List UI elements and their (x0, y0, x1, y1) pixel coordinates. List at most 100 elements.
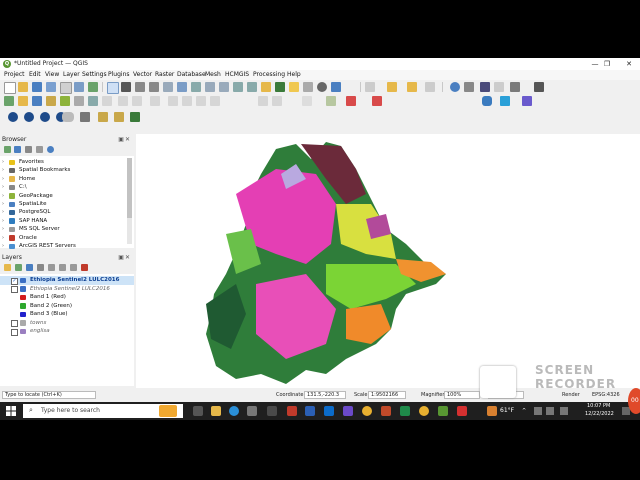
browser-scroll-thumb[interactable] (127, 158, 132, 218)
expand-arrow-icon[interactable]: › (2, 166, 4, 175)
layer-visibility-checkbox[interactable] (11, 328, 18, 336)
browser-scrollbar[interactable] (127, 158, 132, 244)
filter-expression-icon[interactable] (48, 264, 55, 271)
browser-item[interactable]: › SpatiaLite (0, 200, 124, 209)
locator-search[interactable]: Type to locate (Ctrl+K) (2, 391, 96, 399)
menu-mesh[interactable]: Mesh (205, 71, 221, 79)
browser-item[interactable]: › MS SQL Server (0, 225, 124, 234)
deselect-icon[interactable] (407, 82, 417, 92)
identify-icon[interactable] (450, 82, 460, 92)
menu-vector[interactable]: Vector (133, 71, 152, 79)
select-features-icon[interactable] (365, 82, 375, 92)
refresh-icon[interactable] (14, 146, 21, 153)
battery-icon[interactable] (560, 407, 568, 415)
tips-icon[interactable] (494, 82, 504, 92)
expand-arrow-icon[interactable]: › (2, 192, 4, 201)
label-highlight-icon[interactable] (326, 96, 336, 106)
save-as-icon[interactable] (46, 82, 56, 92)
redo-icon[interactable] (272, 96, 282, 106)
statistics-icon[interactable] (480, 82, 490, 92)
layers-stack-icon[interactable] (80, 112, 90, 122)
close-button[interactable]: ✕ (622, 59, 636, 69)
outlook-icon[interactable] (324, 406, 334, 416)
record-button[interactable]: 00 (628, 388, 640, 414)
new-project-icon[interactable] (4, 82, 16, 94)
menu-view[interactable]: View (45, 71, 59, 79)
expand-arrow-icon[interactable]: › (2, 208, 4, 217)
qgis-taskbar-icon[interactable] (438, 406, 448, 416)
excel-icon[interactable] (400, 406, 410, 416)
collapse-all-icon[interactable] (36, 146, 43, 153)
zoom-rubberband-icon[interactable] (163, 82, 173, 92)
undo-icon[interactable] (258, 96, 268, 106)
chrome-alt-icon[interactable] (419, 406, 429, 416)
digitize-icon[interactable] (132, 96, 142, 106)
teams-icon[interactable] (343, 406, 353, 416)
pan-hand-icon[interactable] (107, 82, 119, 94)
windows-start-icon[interactable] (6, 406, 16, 416)
field-calculator-icon[interactable] (425, 82, 435, 92)
render-label[interactable]: Render (562, 391, 580, 399)
measure-icon[interactable] (464, 82, 474, 92)
volume-icon[interactable] (546, 407, 554, 415)
restore-button[interactable]: ❐ (600, 59, 614, 69)
manage-map-themes-icon[interactable] (26, 264, 33, 271)
app-icon[interactable] (267, 406, 277, 416)
browser-item[interactable]: › Favorites (0, 158, 124, 167)
filter-icon[interactable] (25, 146, 32, 153)
copy-features-icon[interactable] (196, 96, 206, 106)
menu-edit[interactable]: Edit (29, 71, 41, 79)
zoom-layer-icon[interactable] (205, 82, 215, 92)
tray-chevron-icon[interactable]: ^ (522, 407, 526, 415)
refresh-icon[interactable] (331, 82, 341, 92)
zoom-in-icon[interactable] (135, 82, 145, 92)
temporal-controller-icon[interactable] (317, 82, 327, 92)
zoom-last-icon[interactable] (233, 82, 243, 92)
browser-item[interactable]: › PostgreSQL (0, 208, 124, 217)
chrome-icon[interactable] (362, 406, 372, 416)
panel-float-close-icon[interactable]: ▣✕ (118, 254, 131, 262)
expand-arrow-icon[interactable]: › (2, 217, 4, 226)
srtm-tool-icon[interactable] (24, 112, 34, 122)
show-bookmarks-icon[interactable] (303, 82, 313, 92)
menu-database[interactable]: Database (177, 71, 206, 79)
map-tips-icon[interactable] (534, 82, 544, 92)
zoom-native-icon[interactable] (219, 82, 229, 92)
scale-field[interactable]: 1:9502166 (368, 391, 406, 399)
expand-arrow-icon[interactable]: › (2, 158, 4, 167)
add-spatialite-icon[interactable] (74, 96, 84, 106)
coordinate-field[interactable]: 131.5,-220.3 (304, 391, 346, 399)
add-delimited-icon[interactable] (46, 96, 56, 106)
expand-all-icon[interactable] (59, 264, 66, 271)
layer-visibility-checkbox[interactable] (11, 320, 18, 327)
add-selected-icon[interactable] (4, 146, 11, 153)
powerpoint-icon[interactable] (381, 406, 391, 416)
package-alt-icon[interactable] (114, 112, 124, 122)
cut-features-icon[interactable] (182, 96, 192, 106)
task-view-icon[interactable] (193, 406, 203, 416)
collapse-all-icon[interactable] (70, 264, 77, 271)
osm-tool-icon[interactable] (8, 112, 18, 122)
cloud-icon[interactable] (62, 112, 74, 122)
plugin-arrow-icon[interactable] (500, 96, 510, 106)
menu-layer[interactable]: Layer (63, 71, 80, 79)
python-console-icon[interactable] (482, 96, 492, 106)
menu-raster[interactable]: Raster (155, 71, 174, 79)
browser-item[interactable]: › SAP HANA (0, 217, 124, 226)
open-project-icon[interactable] (18, 82, 28, 92)
clock-time[interactable]: 10:07 PM (587, 403, 610, 410)
expand-arrow-icon[interactable]: › (2, 234, 4, 243)
edge-icon[interactable] (229, 406, 239, 416)
expand-arrow-icon[interactable]: › (2, 175, 4, 184)
menu-plugins[interactable]: Plugins (108, 71, 130, 79)
crs-indicator[interactable]: EPSG:4326 (592, 391, 620, 399)
menu-processing[interactable]: Processing (253, 71, 285, 79)
vertex-tool-icon[interactable] (150, 96, 160, 106)
save-project-icon[interactable] (32, 82, 42, 92)
filter-legend-icon[interactable] (37, 264, 44, 271)
menu-settings[interactable]: Settings (82, 71, 107, 79)
expand-arrow-icon[interactable]: › (2, 183, 4, 192)
browser-item[interactable]: › C:\ (0, 183, 124, 192)
google-tool-icon[interactable] (40, 112, 50, 122)
expand-arrow-icon[interactable]: › (2, 242, 4, 251)
